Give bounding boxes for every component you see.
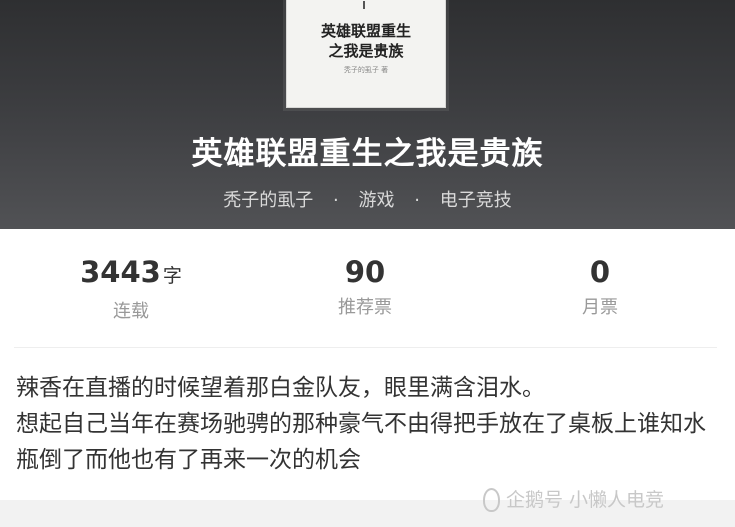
word-count-stat: 3443 字 连载 [14, 253, 248, 323]
cover-decoration [363, 1, 365, 9]
monthly-ticket-stat[interactable]: 0 月票 [483, 253, 717, 319]
monthly-ticket-value: 0 [589, 255, 611, 289]
book-synopsis: 辣香在直播的时候望着那白金队友，眼里满含泪水。 想起自己当年在赛场驰骋的那种豪气… [16, 370, 721, 478]
source-watermark: 企鹅号 小懒人电竞 [480, 485, 664, 512]
book-cover[interactable]: 英雄联盟重生 之我是贵族 秃子的虱子 著 [286, 0, 446, 108]
cover-author: 秃子的虱子 著 [343, 66, 389, 74]
word-count-number: 3443 [80, 255, 161, 289]
book-title: 英雄联盟重生之我是贵族 [191, 136, 544, 172]
watermark-text: 企鹅号 小懒人电竞 [506, 489, 665, 511]
synopsis-line: 辣香在直播的时候望着那白金队友，眼里满含泪水。 [16, 375, 545, 401]
synopsis-line: 想起自己当年在赛场驰骋的那种豪气不由得把手放在了桌板上谁知水瓶倒了而他也有了再来… [16, 411, 706, 473]
book-meta: 秃子的虱子 · 游戏 · 电子竞技 [0, 186, 735, 212]
author-link[interactable]: 秃子的虱子 [223, 190, 313, 211]
meta-separator: · [333, 190, 339, 211]
subcategory-link[interactable]: 电子竞技 [440, 190, 512, 211]
recommend-ticket-label: 推荐票 [338, 297, 392, 318]
category-link[interactable]: 游戏 [359, 190, 395, 211]
recommend-ticket-stat[interactable]: 90 推荐票 [248, 253, 482, 319]
book-header: 英雄联盟重生 之我是贵族 秃子的虱子 著 英雄联盟重生之我是贵族 秃子的虱子 ·… [0, 0, 735, 229]
word-count-unit: 字 [162, 265, 182, 287]
word-count-value: 3443 字 [14, 253, 248, 295]
monthly-ticket-label: 月票 [582, 297, 618, 318]
word-count-label: 连载 [113, 301, 149, 322]
book-stats: 3443 字 连载 90 推荐票 0 月票 [14, 229, 717, 348]
penguin-icon [480, 487, 500, 512]
meta-separator: · [414, 190, 420, 211]
cover-title: 英雄联盟重生 之我是贵族 [320, 22, 411, 60]
recommend-ticket-value: 90 [344, 255, 386, 289]
